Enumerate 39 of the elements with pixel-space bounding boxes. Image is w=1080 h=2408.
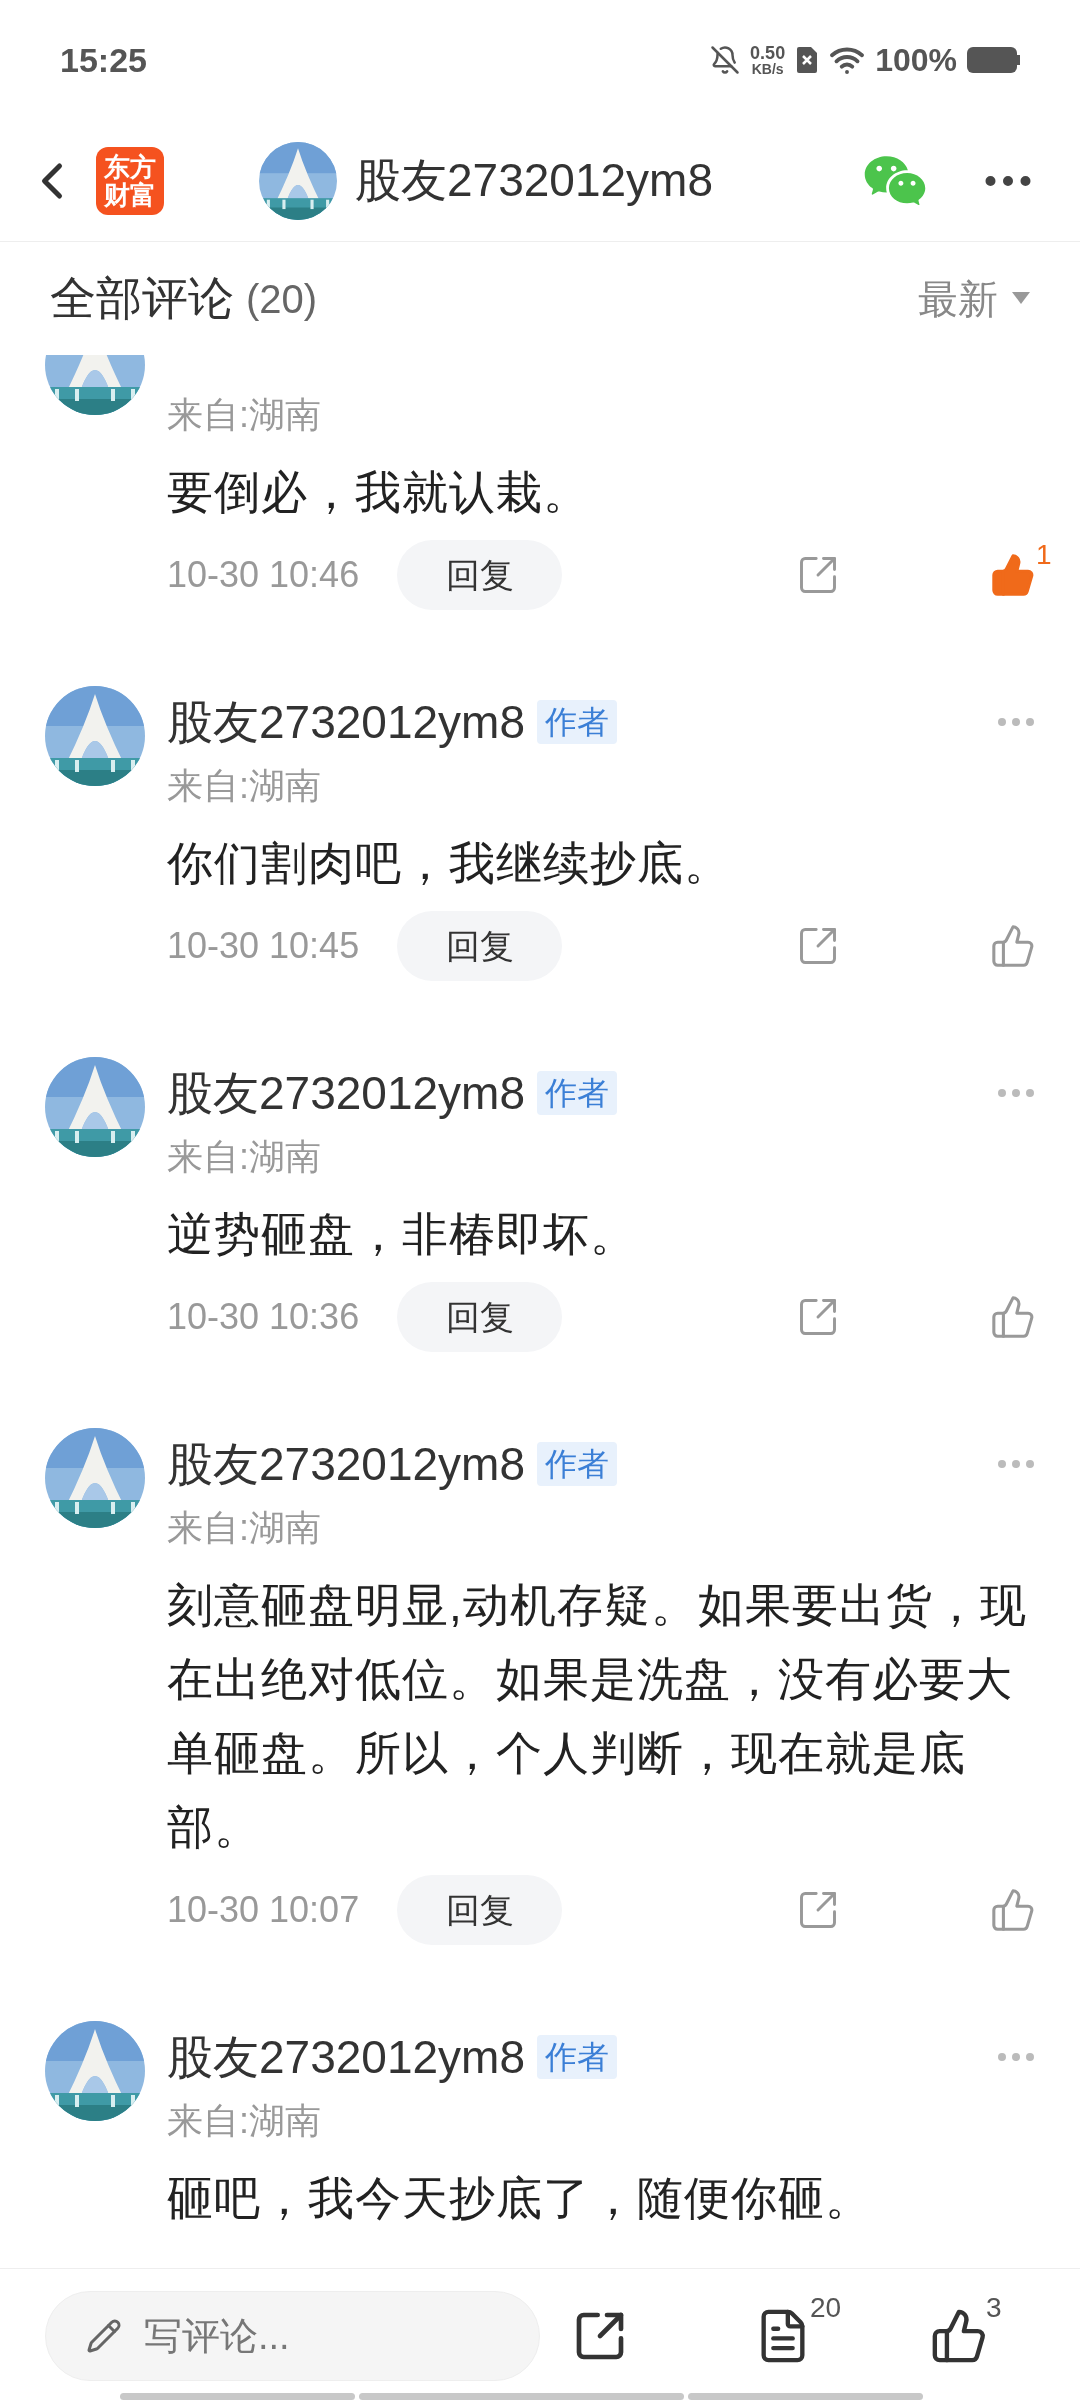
author-tag: 作者 (537, 2035, 617, 2079)
network-speed: 0.50 KB/s (750, 44, 786, 76)
mute-icon (710, 45, 741, 75)
comment-input[interactable]: 写评论... (45, 2291, 540, 2381)
author-tag: 作者 (537, 1442, 617, 1486)
comment-text: 逆势砸盘，非椿即坏。 (167, 1207, 638, 1262)
comment-text: 砸吧，我今天抄底了，随便你砸。 (167, 2171, 873, 2226)
reply-button[interactable]: 回复 (397, 1875, 562, 1945)
sim-icon (795, 45, 820, 75)
comment-text: 你们割肉吧，我继续抄底。 (167, 836, 732, 891)
battery-percent: 100% (875, 41, 957, 80)
author-tag: 作者 (537, 1071, 617, 1115)
sort-dropdown[interactable]: 最新 (918, 268, 1030, 329)
reply-button[interactable]: 回复 (397, 540, 562, 610)
location-text: 来自:湖南 (167, 393, 322, 437)
page-title: 股友2732012ym8 (355, 153, 713, 208)
location-text: 来自:湖南 (167, 2099, 322, 2143)
pencil-icon (86, 2318, 122, 2354)
likes-count: 3 (986, 2291, 1002, 2325)
author-tag: 作者 (537, 700, 617, 744)
comment-time: 10-30 10:45 (167, 924, 361, 968)
location-text: 来自:湖南 (167, 764, 322, 808)
like-count: 1 (1036, 538, 1052, 572)
comments-count: 20 (810, 2291, 842, 2325)
status-time: 15:25 (60, 39, 147, 81)
battery-icon (967, 47, 1020, 73)
comment-time: 10-30 10:46 (167, 553, 361, 597)
caret-icon (1012, 291, 1030, 306)
section-title: 全部评论 (50, 271, 234, 326)
reply-button[interactable]: 回复 (397, 1282, 562, 1352)
comment-text: 要倒必，我就认栽。 (167, 465, 591, 520)
comment-time: 10-30 10:36 (167, 1295, 361, 1339)
like-icon[interactable] (930, 2307, 988, 2365)
reply-button[interactable]: 回复 (397, 911, 562, 981)
comment-text: 刻意砸盘明显,动机存疑。如果要出货，现在出绝对低位。如果是洗盘，没有必要大单砸盘。所以，个人判断，现在就是底部。 (167, 1578, 1028, 1855)
location-text: 来自:湖南 (167, 1135, 322, 1179)
comment-time: 10-30 10:07 (167, 1888, 361, 1932)
location-text: 来自:湖南 (167, 1506, 322, 1550)
comment-count: (20) (246, 275, 318, 323)
